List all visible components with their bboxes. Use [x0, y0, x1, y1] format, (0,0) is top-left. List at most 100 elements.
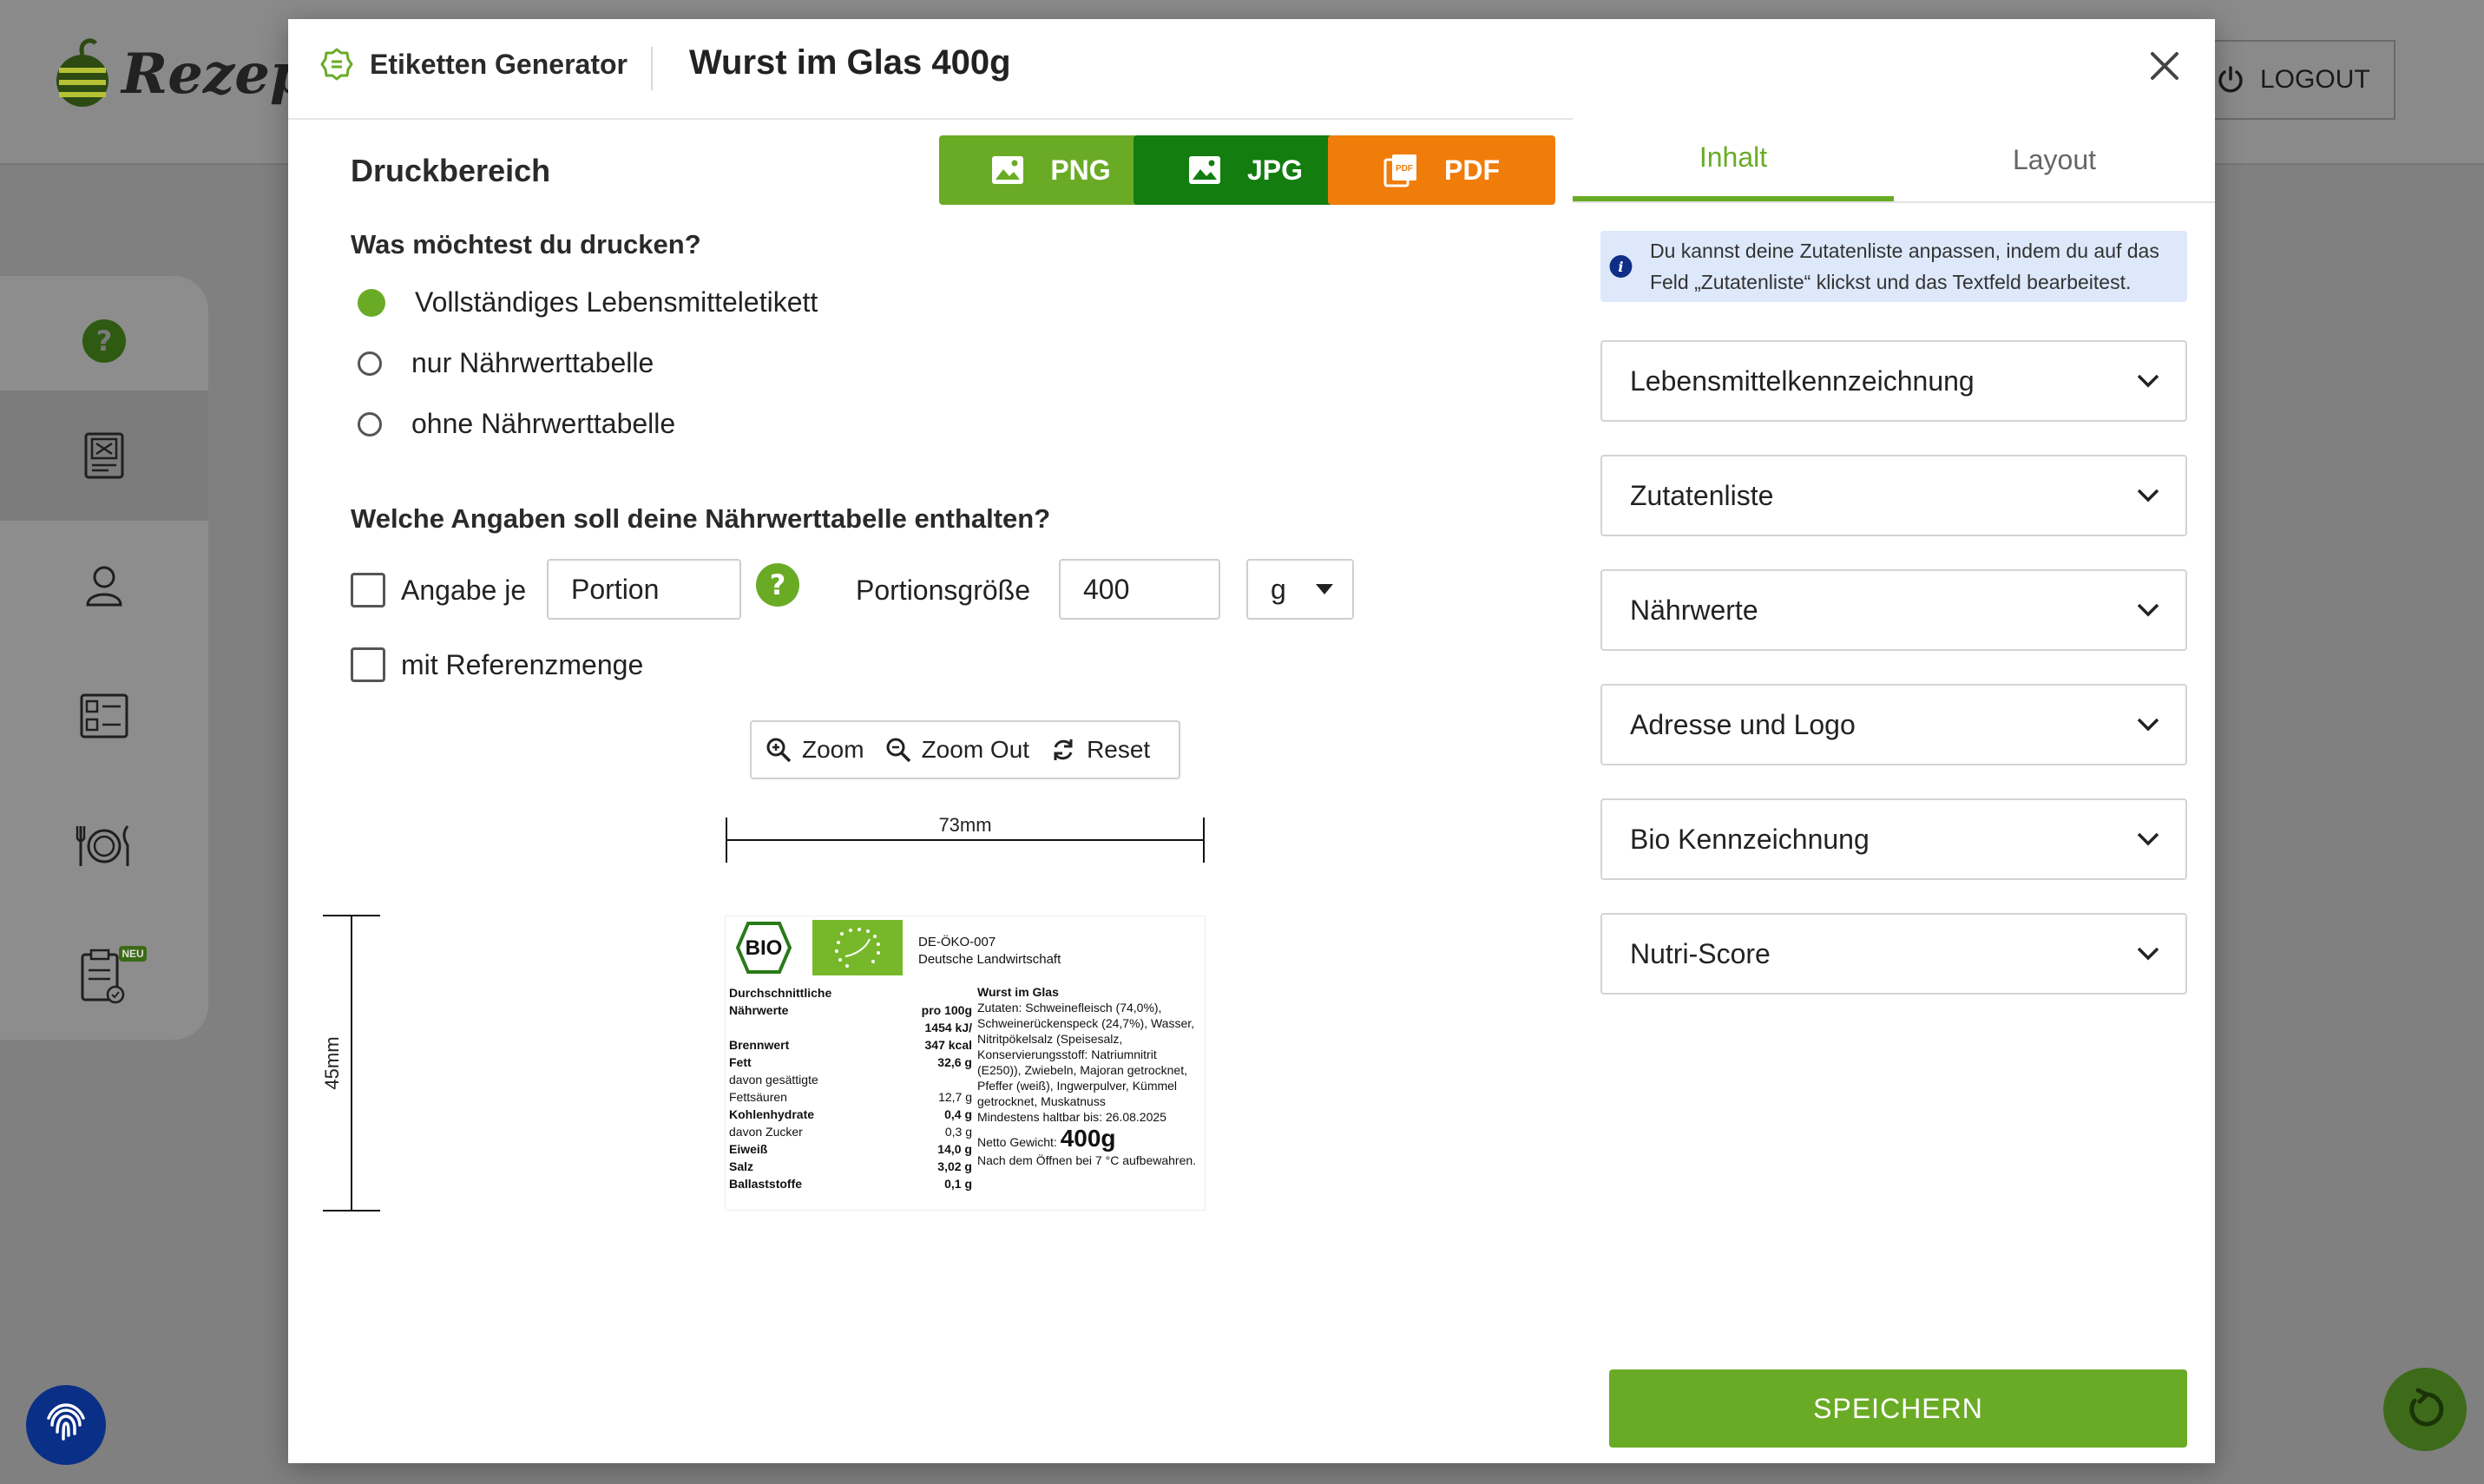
height-dimension: 45mm — [321, 915, 380, 1211]
zoom-in-icon — [766, 738, 792, 763]
refresh-button[interactable] — [2383, 1368, 2467, 1451]
portion-size-input[interactable]: 400 — [1059, 559, 1220, 620]
nutrition-row-value: 32,6 g — [937, 1055, 972, 1069]
zoom-in-button[interactable]: Zoom — [766, 736, 864, 764]
per-serving-label: Angabe je — [401, 574, 527, 606]
unit-value: g — [1271, 573, 1286, 605]
print-option-label: Vollständiges Lebensmitteletikett — [415, 286, 818, 318]
help-icon[interactable]: ? — [755, 562, 800, 607]
nutrition-row-name: Ballaststoffe — [729, 1177, 803, 1191]
accordion-nutri-score[interactable]: Nutri-Score — [1600, 913, 2187, 995]
chevron-down-icon — [2137, 832, 2159, 846]
chevron-down-icon — [2137, 374, 2159, 388]
print-option-nutrition-only[interactable]: nur Nährwerttabelle — [358, 347, 654, 379]
nutrition-row: Fettsäuren 12,7 g — [729, 1088, 972, 1106]
sidebar-item-label-generator[interactable] — [0, 391, 208, 521]
chevron-down-icon — [2137, 718, 2159, 732]
new-badge: NEU — [122, 948, 143, 960]
radio-unselected[interactable] — [358, 411, 382, 437]
pdf-icon: PDF — [1383, 154, 1416, 187]
per-serving-checkbox[interactable] — [351, 573, 385, 607]
export-pdf-button[interactable]: PDF PDF — [1328, 135, 1555, 205]
width-dimension: 73mm — [726, 814, 1205, 863]
accordion-food-labeling[interactable]: Lebensmittelkennzeichnung — [1600, 340, 2187, 422]
fingerprint-icon — [47, 1403, 85, 1441]
print-option-full[interactable]: Vollständiges Lebensmitteletikett — [358, 286, 818, 318]
export-png-label: PNG — [1050, 154, 1111, 186]
export-png-button[interactable]: PNG — [939, 135, 1163, 205]
per-serving-checkbox-row[interactable]: Angabe je — [351, 573, 526, 607]
svg-text:?: ? — [96, 325, 113, 358]
nutrition-question: Welche Angaben soll deine Nährwerttabell… — [351, 503, 1051, 534]
nutrition-row: Salz 3,02 g — [729, 1158, 972, 1175]
image-icon — [1188, 156, 1220, 184]
nutrition-row-name: davon gesättigte — [729, 1073, 818, 1087]
radio-selected[interactable] — [358, 288, 385, 317]
modal-title: Wurst im Glas 400g — [689, 43, 1011, 82]
caret-down-icon — [1316, 584, 1333, 594]
fingerprint-button[interactable] — [26, 1385, 106, 1465]
sidebar-item-help[interactable]: ? — [0, 276, 208, 406]
clipboard-icon: NEU — [81, 946, 147, 1004]
reference-checkbox-row[interactable]: mit Referenzmenge — [351, 647, 643, 682]
tab-layout[interactable]: Layout — [1894, 118, 2215, 201]
sidebar-item-checklist[interactable] — [0, 651, 208, 781]
export-jpg-button[interactable]: JPG — [1134, 135, 1357, 205]
label-product-name: Wurst im Glas — [977, 985, 1059, 999]
close-icon[interactable] — [2140, 42, 2189, 90]
refresh-icon — [2409, 1388, 2444, 1427]
nutrition-row-name: Kohlenhydrate — [729, 1107, 815, 1121]
sidebar-item-recipes[interactable] — [0, 781, 208, 911]
chevron-down-icon — [2137, 603, 2159, 617]
accordion-organic[interactable]: Bio Kennzeichnung — [1600, 798, 2187, 880]
tab-content[interactable]: Inhalt — [1573, 118, 1894, 201]
print-option-without-nutrition[interactable]: ohne Nährwerttabelle — [358, 408, 675, 440]
nutrition-row-value: 0,1 g — [944, 1177, 972, 1191]
accordion-ingredients[interactable]: Zutatenliste — [1600, 455, 2187, 536]
accordion-nutrition[interactable]: Nährwerte — [1600, 569, 2187, 651]
reset-button[interactable]: Reset — [1050, 736, 1150, 764]
nutrition-row: davon Zucker 0,3 g — [729, 1123, 972, 1140]
nutrition-row-value: 3,02 g — [937, 1159, 972, 1173]
accordion-label: Nährwerte — [1630, 594, 1758, 626]
accordion-label: Lebensmittelkennzeichnung — [1630, 364, 1975, 397]
label-storage: Nach dem Öffnen bei 7 °C aufbewahren. — [977, 1153, 1197, 1167]
accordion-label: Nutri-Score — [1630, 937, 1771, 969]
accordion-address-logo[interactable]: Adresse und Logo — [1600, 684, 2187, 765]
nutrition-row-value: 1454 kJ/ — [924, 1021, 973, 1034]
tab-bar: Inhalt Layout — [1573, 118, 2215, 203]
reference-checkbox[interactable] — [351, 647, 385, 682]
nutrition-row: Eiweiß 14,0 g — [729, 1140, 972, 1158]
settings-panel: Inhalt Layout i Du kannst deine Zutatenl… — [1573, 118, 2215, 1463]
nutrition-row: davon gesättigte — [729, 1071, 972, 1088]
nutrition-row: Ballaststoffe 0,1 g — [729, 1175, 972, 1192]
print-option-label: nur Nährwerttabelle — [411, 347, 654, 378]
bio-seal: BIO — [735, 922, 792, 974]
radio-unselected[interactable] — [358, 351, 382, 376]
zoom-out-button[interactable]: Zoom Out — [885, 736, 1029, 764]
label-preview[interactable]: BIO DE-ÖKO-007 Deutsche Landwirtschaft D… — [726, 916, 1205, 1210]
app-logo[interactable]: Rezeptr — [52, 33, 364, 128]
info-box: i Du kannst deine Zutatenliste anpassen,… — [1600, 231, 2187, 302]
product-info: Wurst im Glas Zutaten: Schweinefleisch (… — [977, 984, 1201, 1168]
nutrition-per100-header: pro 100g — [921, 1003, 972, 1017]
power-icon — [2218, 66, 2243, 93]
sidebar-item-clipboard[interactable]: NEU — [0, 911, 208, 1041]
print-area-panel: Druckbereich PNG JPG PDF PDF Was möchtes… — [288, 118, 1573, 1463]
svg-text:i: i — [1618, 259, 1623, 275]
user-icon — [86, 566, 122, 607]
print-area-title: Druckbereich — [351, 153, 551, 188]
unit-select[interactable]: g — [1246, 559, 1354, 620]
nutrition-heading: Nährwerte — [729, 1003, 789, 1017]
reference-label: mit Referenzmenge — [401, 648, 644, 680]
reset-label: Reset — [1087, 736, 1151, 763]
apple-logo-icon — [56, 38, 108, 107]
nutrition-row: 1454 kJ/ — [729, 1019, 973, 1036]
per-serving-input[interactable]: Portion — [547, 559, 741, 620]
print-question: Was möchtest du drucken? — [351, 229, 701, 259]
logout-button[interactable]: LOGOUT — [2187, 40, 2395, 120]
nutrition-row-value: 14,0 g — [937, 1142, 972, 1156]
checklist-icon — [80, 693, 128, 739]
save-button[interactable]: SPEICHERN — [1609, 1369, 2187, 1448]
sidebar-item-user[interactable] — [0, 521, 208, 651]
